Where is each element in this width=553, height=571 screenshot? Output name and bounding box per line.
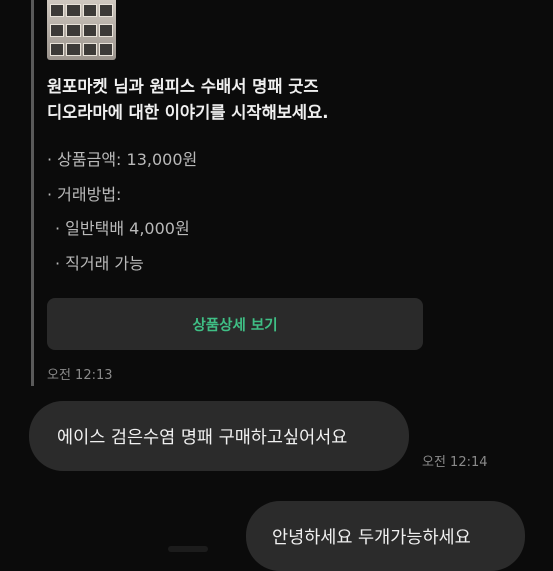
- product-thumbnail[interactable]: [47, 0, 116, 60]
- partially-visible-element: [168, 546, 208, 552]
- thumbnail-row: [50, 43, 113, 56]
- view-product-detail-button[interactable]: 상품상세 보기: [47, 298, 423, 350]
- direct-trade-option: · 직거래 가능: [55, 254, 144, 273]
- product-card-title: 원포마켓 님과 원피스 수배서 명패 굿즈 디오라마에 대한 이야기를 시작해보…: [47, 74, 427, 126]
- product-card-title-line1: 원포마켓 님과 원피스 수배서 명패 굿즈: [47, 77, 319, 96]
- incoming-message-bubble[interactable]: 에이스 검은수염 명패 구매하고싶어서요: [29, 401, 409, 471]
- product-price: · 상품금액: 13,000원: [47, 150, 198, 169]
- message-text: 안녕하세요 두개가능하세요: [272, 527, 471, 548]
- thumbnail-row: [50, 24, 113, 37]
- thumbnail-row: [50, 4, 113, 17]
- message-text: 에이스 검은수염 명패 구매하고싶어서요: [57, 427, 348, 448]
- chat-view: 원포마켓 님과 원피스 수배서 명패 굿즈 디오라마에 대한 이야기를 시작해보…: [0, 0, 553, 571]
- shipping-option: · 일반택배 4,000원: [55, 219, 190, 238]
- outgoing-message-bubble[interactable]: 안녕하세요 두개가능하세요: [246, 501, 525, 571]
- product-card-title-line2: 디오라마에 대한 이야기를 시작해보세요.: [47, 103, 329, 122]
- message-timestamp: 오전 12:14: [422, 455, 488, 470]
- trade-method-label: · 거래방법:: [47, 185, 122, 204]
- product-card-rail: [31, 0, 34, 386]
- message-timestamp: 오전 12:13: [47, 368, 113, 383]
